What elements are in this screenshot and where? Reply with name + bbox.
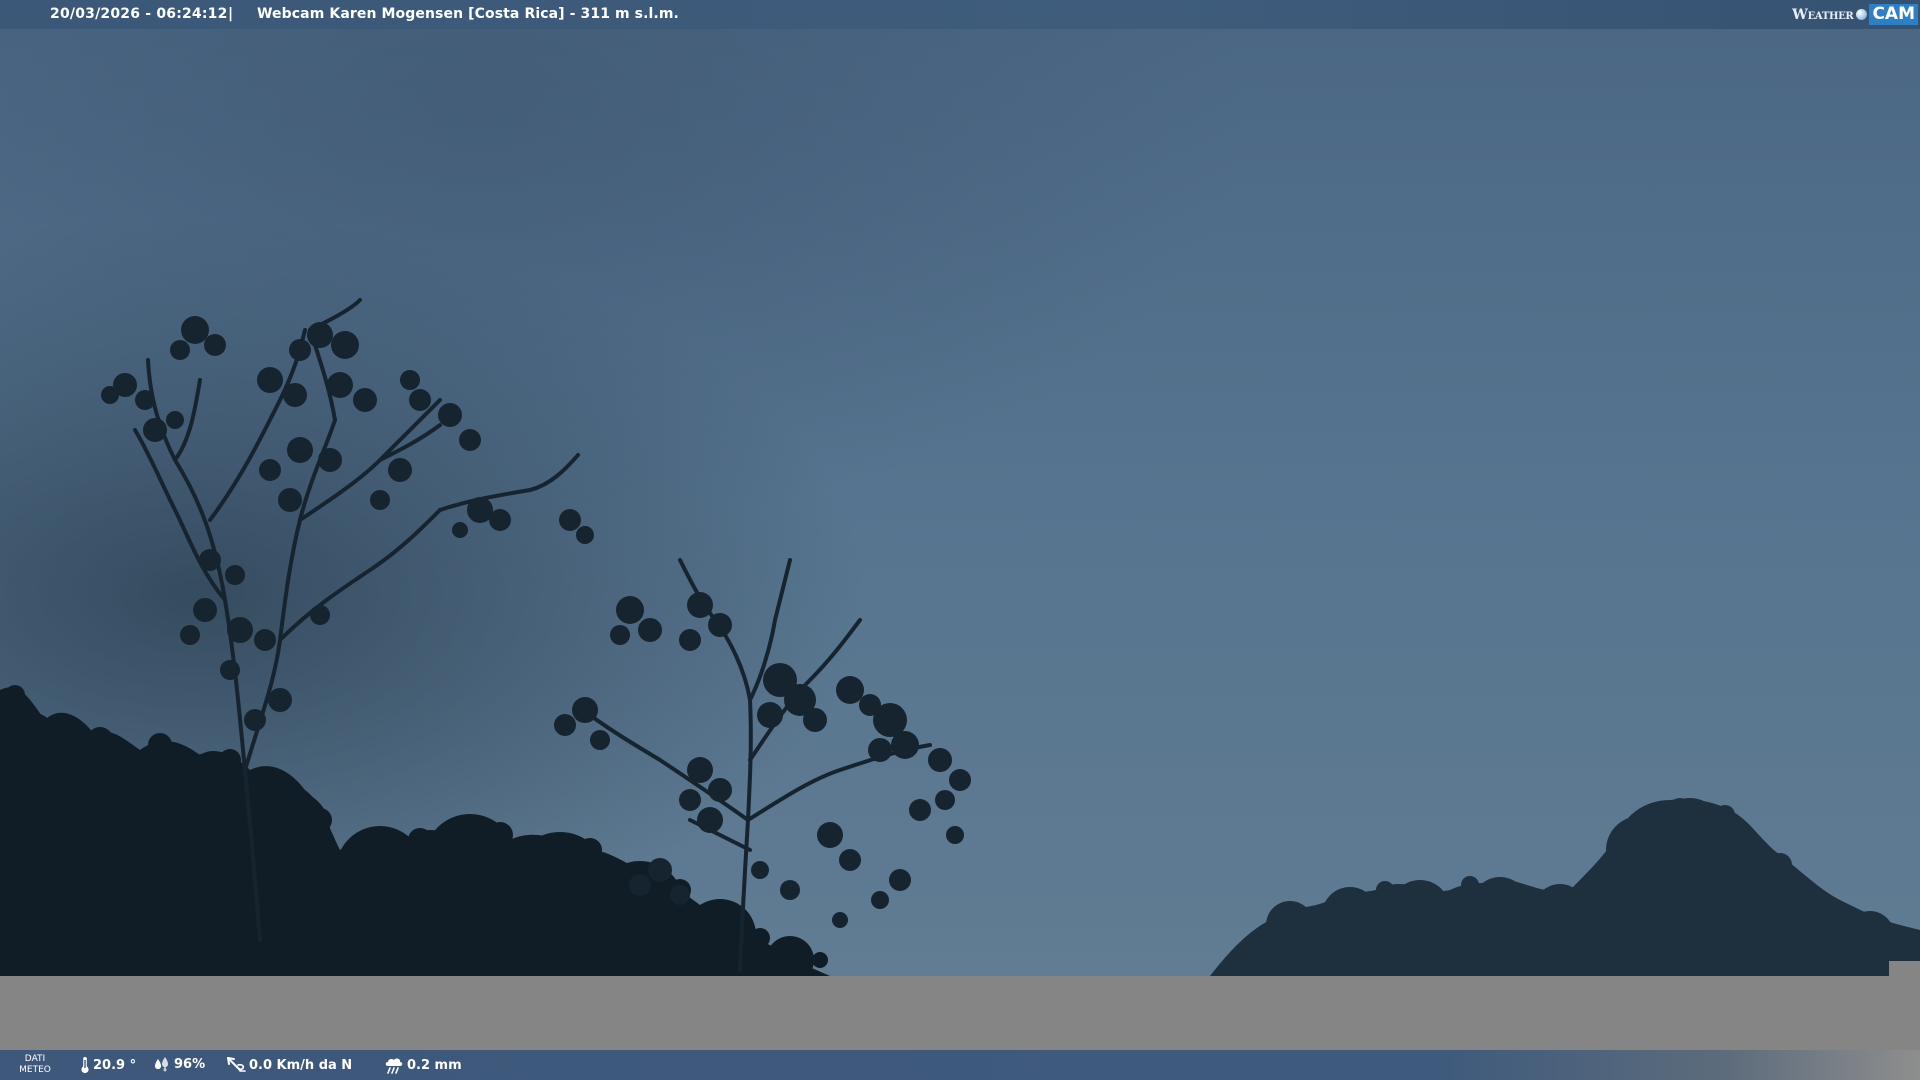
wind-value: 0.0 Km/h da N — [249, 1057, 353, 1073]
humidity-value: 96% — [174, 1056, 206, 1072]
header-bar: 20/03/2026 - 06:24:12 | Webcam Karen Mog… — [0, 0, 1920, 29]
gray-overlay-band — [0, 976, 1920, 1050]
meteo-data-label: DATI METEO — [18, 1054, 52, 1076]
meteo-label-line1: DATI — [24, 1054, 46, 1064]
wind-icon — [227, 1057, 246, 1072]
water-drops-icon — [155, 1057, 168, 1072]
temperature-value: 20.9 ° — [93, 1057, 137, 1073]
thermometer-icon — [81, 1057, 89, 1074]
logo-weather-text: Weather — [1792, 6, 1854, 23]
header-separator: | — [228, 6, 234, 22]
rain-value: 0.2 mm — [407, 1057, 462, 1073]
weather-data-bar: DATI METEO 20.9 ° 96% 0.0 Km/h da N 0.2 … — [0, 1050, 1920, 1080]
rain-metric: 0.2 mm — [384, 1056, 462, 1074]
webcam-frame: 20/03/2026 - 06:24:12 | Webcam Karen Mog… — [0, 0, 1920, 1080]
humidity-metric: 96% — [153, 1056, 205, 1072]
gray-overlay-notch — [1889, 961, 1920, 977]
webcam-title: Webcam Karen Mogensen [Costa Rica] - 311… — [257, 6, 679, 22]
weathercam-logo: Weather CAM — [1792, 2, 1918, 27]
logo-cam-text: CAM — [1869, 4, 1918, 25]
rain-cloud-icon — [385, 1058, 403, 1074]
timestamp: 20/03/2026 - 06:24:12 — [50, 6, 228, 22]
webcam-image — [0, 0, 1920, 1080]
temperature-metric: 20.9 ° — [80, 1056, 136, 1074]
logo-globe-icon — [1856, 9, 1868, 20]
wind-metric: 0.0 Km/h da N — [226, 1056, 352, 1074]
meteo-label-line2: METEO — [19, 1065, 51, 1075]
